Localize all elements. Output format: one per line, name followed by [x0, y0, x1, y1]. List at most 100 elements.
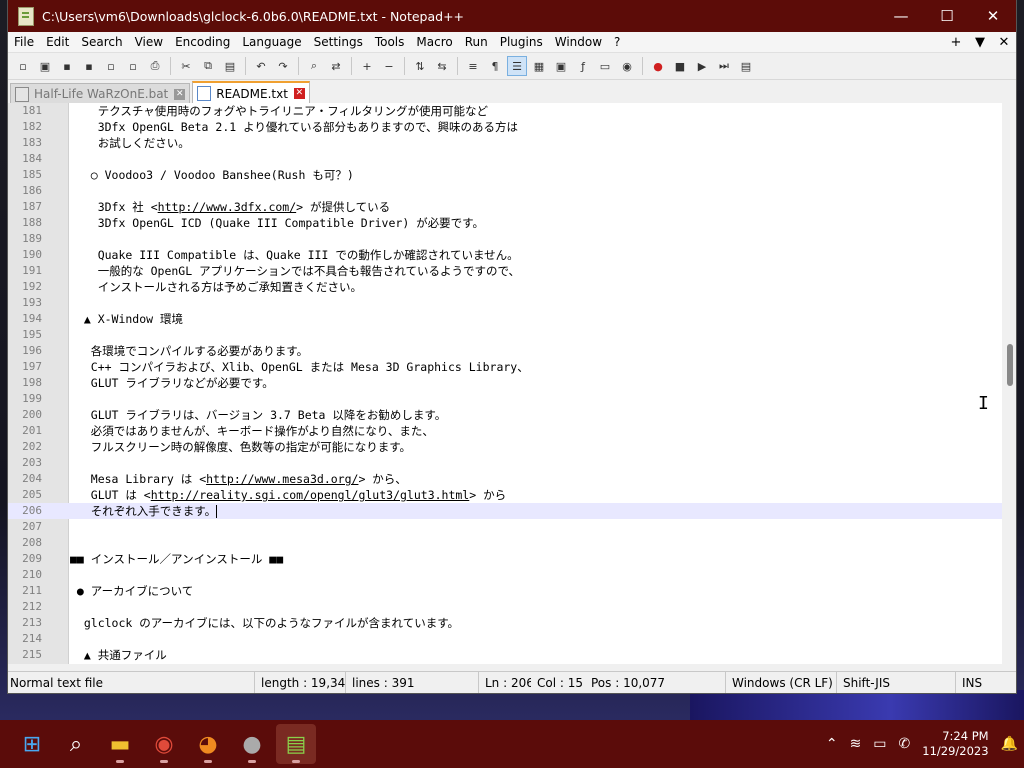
editor-line[interactable]: 192 インストールされる方は予めご承知置きください。 [8, 279, 1002, 295]
menu-encoding[interactable]: Encoding [169, 35, 236, 49]
status-insert-mode[interactable]: INS [956, 672, 1002, 693]
replace-icon[interactable]: ⇄ [327, 57, 345, 75]
save-icon[interactable]: ▪ [58, 57, 76, 75]
play-macro-icon[interactable]: ▶ [693, 57, 711, 75]
close-document-icon[interactable]: ✕ [992, 35, 1016, 50]
hyperlink[interactable]: http://www.3dfx.com/ [158, 200, 296, 214]
editor-line[interactable]: 199 [8, 391, 1002, 407]
editor-line[interactable]: 198 GLUT ライブラリなどが必要です。 [8, 375, 1002, 391]
menu-search[interactable]: Search [75, 35, 128, 49]
editor-line[interactable]: 211 ● アーカイブについて [8, 583, 1002, 599]
tray-battery-icon[interactable]: ▭ [873, 736, 886, 752]
tray-network-icon[interactable]: ≋ [850, 736, 862, 752]
tab-readme-txt[interactable]: README.txt ✕ [192, 81, 310, 104]
undo-icon[interactable]: ↶ [252, 57, 270, 75]
editor-line[interactable]: 200 GLUT ライブラリは、バージョン 3.7 Beta 以降をお勧めします… [8, 407, 1002, 423]
minimize-button[interactable]: — [878, 0, 924, 32]
editor-line[interactable]: 188 3Dfx OpenGL ICD (Quake III Compatibl… [8, 215, 1002, 231]
find-icon[interactable]: ⌕ [305, 57, 323, 75]
menu-language[interactable]: Language [236, 35, 307, 49]
hyperlink[interactable]: http://www.mesa3d.org/ [206, 472, 358, 486]
tab-close-icon[interactable]: ✕ [174, 88, 186, 100]
editor-line[interactable]: 187 3Dfx 社 <http://www.3dfx.com/> が提供してい… [8, 199, 1002, 215]
tray-phone-icon[interactable]: ✆ [899, 736, 911, 752]
editor-line[interactable]: 207 [8, 519, 1002, 535]
menu-macro[interactable]: Macro [410, 35, 458, 49]
editor-line[interactable]: 201 必須ではありませんが、キーボード操作がより自然になり、また、 [8, 423, 1002, 439]
chrome-icon[interactable]: ◉ [144, 724, 184, 764]
folder-workspace-icon[interactable]: ▭ [596, 57, 614, 75]
tab-list-dropdown-icon[interactable]: ▼ [968, 35, 992, 50]
editor-line[interactable]: 209 ■■ インストール／アンインストール ■■ [8, 551, 1002, 567]
notepadpp-icon[interactable]: ▤ [276, 724, 316, 764]
close-button[interactable]: ✕ [970, 0, 1016, 32]
cut-icon[interactable]: ✂ [177, 57, 195, 75]
word-wrap-icon[interactable]: ≡ [464, 57, 482, 75]
zoom-in-icon[interactable]: + [358, 57, 376, 75]
status-eol[interactable]: Windows (CR LF) [726, 672, 837, 693]
editor-line[interactable]: 213 glclock のアーカイブには、以下のようなファイルが含まれています。 [8, 615, 1002, 631]
editor-line[interactable]: 196 各環境でコンパイルする必要があります。 [8, 343, 1002, 359]
sync-horizontal-icon[interactable]: ⇆ [433, 57, 451, 75]
editor-line[interactable]: 206 それぞれ入手できます。 [8, 503, 1002, 519]
new-tab-plus-icon[interactable]: + [944, 35, 968, 50]
editor-line[interactable]: 205 GLUT は <http://reality.sgi.com/openg… [8, 487, 1002, 503]
editor-line[interactable]: 183 お試しください。 [8, 135, 1002, 151]
copy-icon[interactable]: ⧉ [199, 57, 217, 75]
menu-edit[interactable]: Edit [40, 35, 75, 49]
editor-line[interactable]: 191 一般的な OpenGL アプリケーションでは不具合も報告されているようで… [8, 263, 1002, 279]
search-icon[interactable]: ⌕ [56, 724, 96, 764]
tab-close-icon[interactable]: ✕ [293, 88, 305, 99]
menu-help[interactable]: ? [608, 35, 626, 49]
editor-area[interactable]: 181 テクスチャ使用時のフォグやトライリニア・フィルタリングが使用可能など 18… [8, 103, 1016, 664]
close-all-icon[interactable]: ▫ [124, 57, 142, 75]
editor-line[interactable]: 189 [8, 231, 1002, 247]
editor-line[interactable]: 212 [8, 599, 1002, 615]
save-macro-icon[interactable]: ▤ [737, 57, 755, 75]
save-all-icon[interactable]: ▪ [80, 57, 98, 75]
editor-line[interactable]: 194 ▲ X-Window 環境 [8, 311, 1002, 327]
record-macro-icon[interactable]: ● [649, 57, 667, 75]
editor-line[interactable]: 203 [8, 455, 1002, 471]
open-file-icon[interactable]: ▣ [36, 57, 54, 75]
show-all-chars-icon[interactable]: ¶ [486, 57, 504, 75]
menu-tools[interactable]: Tools [369, 35, 411, 49]
hyperlink[interactable]: http://reality.sgi.com/opengl/glut3/glut… [151, 488, 470, 502]
editor-line[interactable]: 181 テクスチャ使用時のフォグやトライリニア・フィルタリングが使用可能など [8, 103, 1002, 119]
menu-run[interactable]: Run [459, 35, 494, 49]
maximize-button[interactable]: ☐ [924, 0, 970, 32]
start-icon[interactable]: ⊞ [12, 724, 52, 764]
editor-line[interactable]: 186 [8, 183, 1002, 199]
editor-line[interactable]: 195 [8, 327, 1002, 343]
redo-icon[interactable]: ↷ [274, 57, 292, 75]
editor-line[interactable]: 210 [8, 567, 1002, 583]
vertical-scrollbar[interactable] [1002, 103, 1016, 664]
menu-view[interactable]: View [129, 35, 169, 49]
editor-line[interactable]: 204 Mesa Library は <http://www.mesa3d.or… [8, 471, 1002, 487]
udl-icon[interactable]: ▦ [530, 57, 548, 75]
editor-line[interactable]: 215 ▲ 共通ファイル [8, 647, 1002, 663]
print-icon[interactable]: ⎙ [146, 57, 164, 75]
title-bar[interactable]: C:\Users\vm6\Downloads\glclock-6.0b6.0\R… [8, 0, 1016, 32]
editor-line[interactable]: 208 [8, 535, 1002, 551]
editor-line[interactable]: 197 C++ コンパイラおよび、Xlib、OpenGL または Mesa 3D… [8, 359, 1002, 375]
doc-map-icon[interactable]: ▣ [552, 57, 570, 75]
notifications-bell-icon[interactable]: 🔔 [1001, 736, 1018, 752]
menu-file[interactable]: File [8, 35, 40, 49]
taskbar-clock[interactable]: 7:24 PM 11/29/2023 [922, 729, 988, 759]
editor-line[interactable]: 185 ○ Voodoo3 / Voodoo Banshee(Rush も可？) [8, 167, 1002, 183]
firefox-icon[interactable]: ◕ [188, 724, 228, 764]
editor-line[interactable]: 193 [8, 295, 1002, 311]
editor-line[interactable]: 190 Quake III Compatible は、Quake III での動… [8, 247, 1002, 263]
menu-plugins[interactable]: Plugins [494, 35, 549, 49]
tray-overflow-chevron-icon[interactable]: ⌃ [826, 736, 838, 752]
paste-icon[interactable]: ▤ [221, 57, 239, 75]
run-macro-multiple-icon[interactable]: ⏭ [715, 57, 733, 75]
editor-line[interactable]: 214 [8, 631, 1002, 647]
indent-guide-icon[interactable]: ☰ [507, 56, 527, 76]
tab-half-life-warzone-bat[interactable]: Half-Life WaRzOnE.bat ✕ [10, 83, 191, 104]
zoom-out-icon[interactable]: − [380, 57, 398, 75]
status-encoding[interactable]: Shift-JIS [837, 672, 956, 693]
new-file-icon[interactable]: ▫ [14, 57, 32, 75]
function-list-icon[interactable]: ƒ [574, 57, 592, 75]
